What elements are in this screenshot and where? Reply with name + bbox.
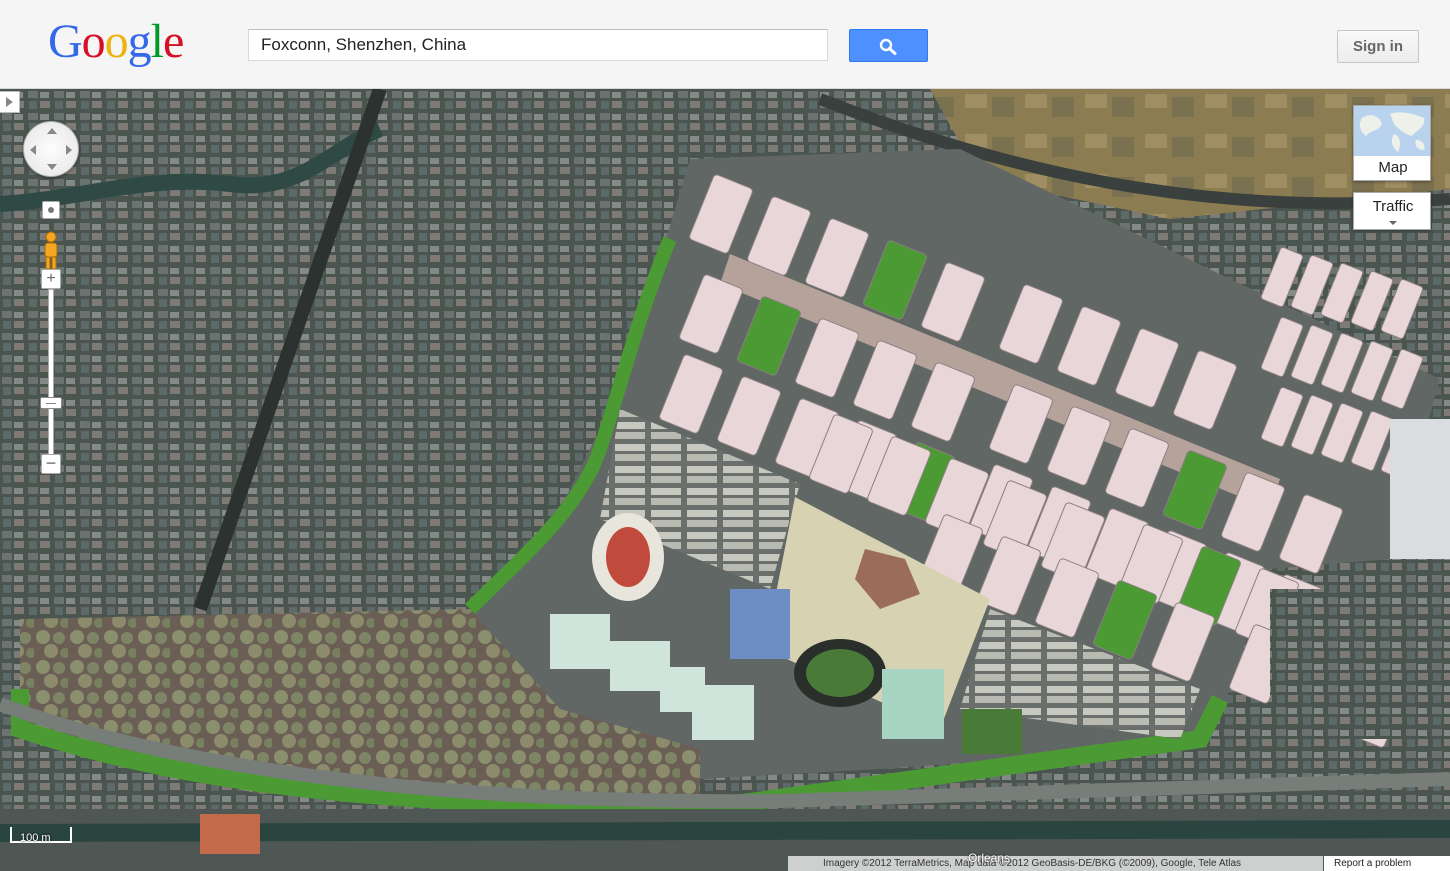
pan-up-icon[interactable] bbox=[47, 128, 57, 134]
zoom-out-button[interactable]: − bbox=[41, 454, 61, 474]
construction-site bbox=[200, 814, 260, 854]
report-problem-link[interactable]: Report a problem bbox=[1324, 856, 1450, 871]
top-bar: Google Sign in bbox=[0, 0, 1450, 89]
collapse-panel-toggle[interactable] bbox=[0, 91, 20, 113]
logo-letter: g bbox=[127, 15, 152, 68]
traffic-dropdown[interactable]: Traffic bbox=[1353, 192, 1431, 230]
map-attribution: Imagery ©2012 TerraMetrics, Map data ©20… bbox=[788, 856, 1323, 871]
running-track bbox=[606, 527, 650, 587]
pegman-icon[interactable] bbox=[40, 231, 62, 271]
warehouse bbox=[882, 669, 944, 739]
football-pitch bbox=[806, 649, 874, 697]
search-button[interactable] bbox=[849, 29, 928, 62]
logo-letter: e bbox=[163, 15, 184, 68]
sports-field bbox=[962, 709, 1022, 754]
place-label: Orleans bbox=[968, 851, 1011, 865]
logo-letter: o bbox=[81, 15, 106, 68]
logo-letter: o bbox=[104, 15, 129, 68]
traffic-label: Traffic bbox=[1372, 198, 1414, 215]
chevron-down-icon bbox=[1389, 221, 1397, 225]
industrial-area bbox=[1270, 589, 1420, 739]
warehouse bbox=[550, 614, 610, 669]
search-icon bbox=[879, 38, 897, 55]
scale-label: 100 m bbox=[20, 832, 51, 844]
large-building bbox=[1390, 419, 1450, 559]
pan-right-icon[interactable] bbox=[66, 145, 72, 155]
world-map-icon bbox=[1354, 106, 1430, 156]
zoom-to-location-icon[interactable] bbox=[42, 201, 60, 219]
google-logo[interactable]: Google bbox=[48, 15, 184, 68]
search-input[interactable] bbox=[248, 29, 828, 61]
pan-down-icon[interactable] bbox=[47, 164, 57, 170]
warehouse bbox=[692, 685, 754, 740]
satellite-map[interactable]: + − Map Traffic 100 m Imagery ©2012 Terr… bbox=[0, 89, 1450, 871]
pan-control[interactable] bbox=[23, 121, 79, 177]
map-type-button[interactable]: Map bbox=[1353, 105, 1431, 181]
logo-letter: G bbox=[48, 15, 83, 68]
zoom-slider-track[interactable] bbox=[48, 289, 54, 459]
satellite-imagery[interactable] bbox=[0, 89, 1450, 871]
pan-left-icon[interactable] bbox=[30, 145, 36, 155]
sign-in-button[interactable]: Sign in bbox=[1337, 30, 1419, 63]
zoom-in-button[interactable]: + bbox=[41, 269, 61, 289]
blue-roof-building bbox=[730, 589, 790, 659]
map-type-label: Map bbox=[1378, 159, 1408, 176]
logo-letter: l bbox=[150, 15, 164, 68]
zoom-slider-handle[interactable] bbox=[40, 397, 62, 409]
